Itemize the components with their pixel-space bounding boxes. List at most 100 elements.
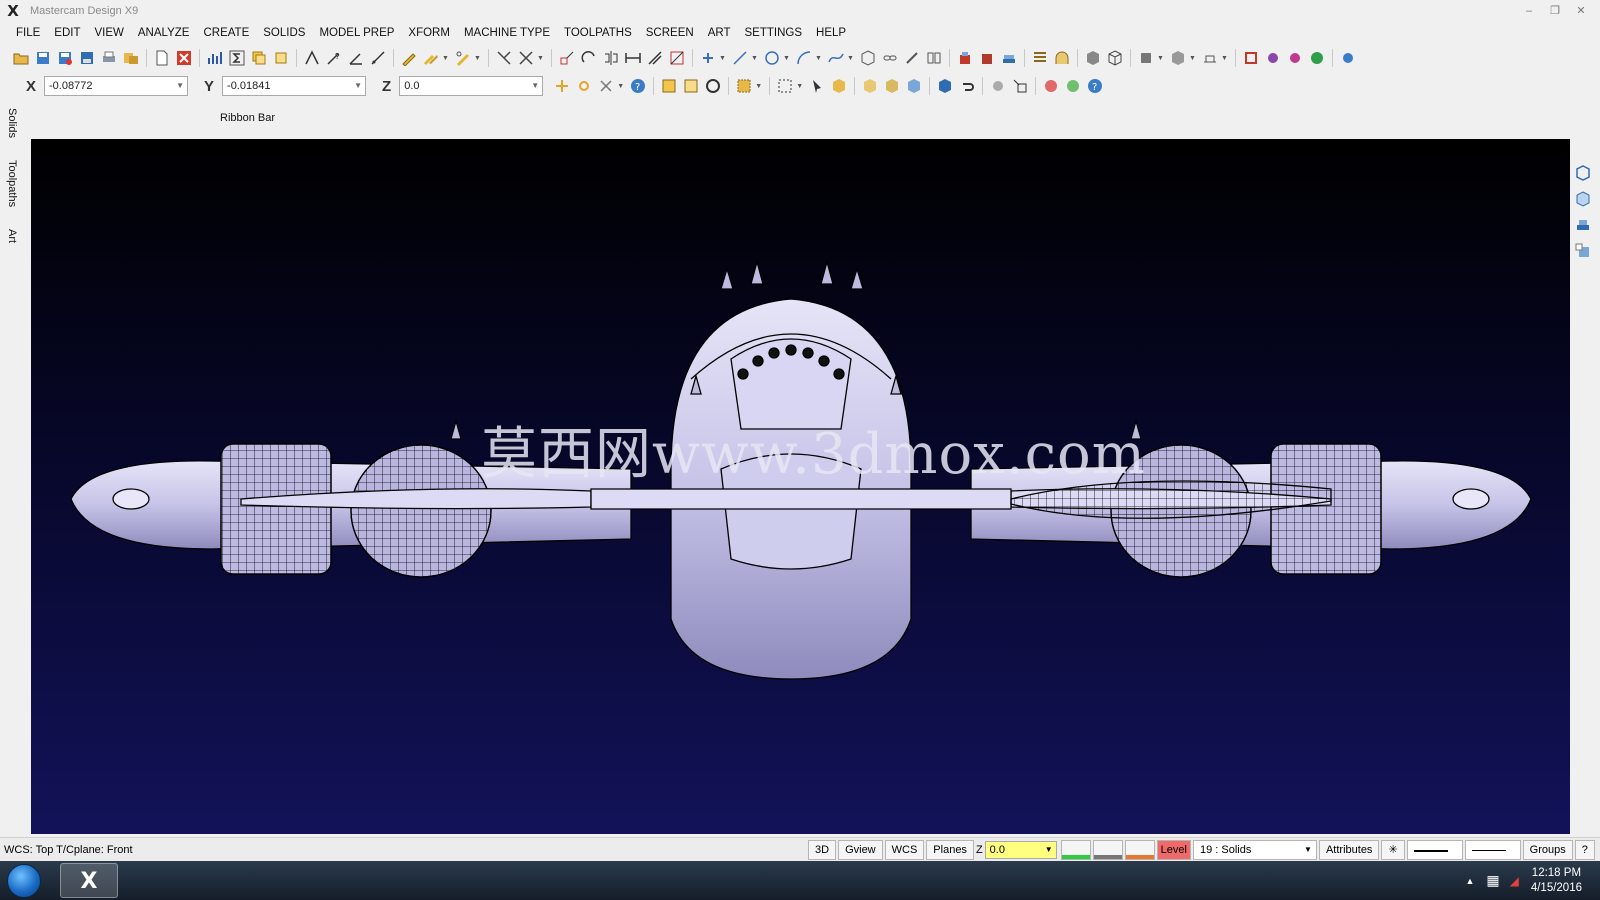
menu-file[interactable]: FILE — [16, 27, 40, 39]
line-icon[interactable] — [731, 49, 749, 67]
translate-icon[interactable] — [558, 49, 576, 67]
mask-icon[interactable] — [735, 77, 753, 95]
break-icon[interactable] — [517, 49, 535, 67]
query-icon[interactable]: ? — [325, 49, 343, 67]
menu-edit[interactable]: EDIT — [54, 27, 80, 39]
gview-button[interactable]: Gview — [838, 840, 883, 860]
rotate-icon[interactable] — [580, 49, 598, 67]
gear-purple-icon[interactable] — [1264, 49, 1282, 67]
3d-button[interactable]: 3D — [808, 840, 837, 860]
shade-icon[interactable] — [1106, 49, 1124, 67]
trim-icon[interactable] — [495, 49, 513, 67]
circle-icon[interactable] — [763, 49, 781, 67]
chevron-down-icon[interactable]: ▼ — [815, 55, 823, 62]
arc-icon[interactable] — [795, 49, 813, 67]
line-width-select[interactable] — [1464, 840, 1521, 860]
z-coordinate-input[interactable]: 0.0 ▼ — [399, 76, 544, 96]
chain-icon[interactable] — [881, 49, 899, 67]
menu-art[interactable]: ART — [708, 27, 731, 39]
undo-icon[interactable] — [958, 77, 976, 95]
art-icon[interactable] — [1242, 49, 1260, 67]
menu-create[interactable]: CREATE — [203, 27, 249, 39]
save-icon[interactable] — [34, 49, 52, 67]
clock[interactable]: 12:18 PM 4/15/2016 — [1531, 866, 1582, 896]
snap-x-icon[interactable] — [597, 77, 615, 95]
chevron-down-icon[interactable]: ▼ — [474, 55, 482, 62]
save-as-icon[interactable] — [56, 49, 74, 67]
cube-icon[interactable] — [859, 49, 877, 67]
menu-analyze[interactable]: ANALYZE — [138, 27, 190, 39]
solid-extrude-icon[interactable] — [956, 49, 974, 67]
chevron-down-icon[interactable]: ▼ — [1045, 842, 1053, 858]
chevron-down-icon[interactable]: ▼ — [719, 55, 727, 62]
green-gear-icon[interactable] — [1308, 49, 1326, 67]
book-icon[interactable] — [925, 49, 943, 67]
scale-icon[interactable] — [668, 49, 686, 67]
tab-toolpaths[interactable]: Toolpaths — [6, 160, 18, 207]
y-coordinate-input[interactable]: -0.01841 ▼ — [222, 76, 367, 96]
menu-view[interactable]: VIEW — [95, 27, 124, 39]
chevron-down-icon[interactable]: ▼ — [537, 55, 545, 62]
solid-body-icon[interactable] — [883, 77, 901, 95]
surface-color-button[interactable] — [1092, 840, 1123, 860]
view-cube-icon[interactable] — [1574, 164, 1592, 182]
wcs-button[interactable]: WCS — [884, 840, 925, 860]
chain-pencil-icon[interactable] — [454, 49, 472, 67]
layers-icon[interactable] — [250, 49, 268, 67]
chevron-down-icon[interactable]: ▼ — [755, 83, 763, 90]
graphics-viewport[interactable]: 莫西网www.3dmox.com — [31, 139, 1570, 834]
point-snap-icon[interactable] — [575, 77, 593, 95]
zoom-window-icon[interactable] — [1011, 77, 1029, 95]
link-icon[interactable] — [903, 49, 921, 67]
chevron-down-icon[interactable]: ▼ — [354, 77, 362, 95]
mastercam-taskbar-button[interactable]: X — [60, 863, 118, 898]
restore-button[interactable]: ❐ — [1542, 0, 1568, 22]
planes-button[interactable]: Planes — [926, 840, 974, 860]
settings-icon[interactable] — [1339, 49, 1357, 67]
menu-solids[interactable]: SOLIDS — [263, 27, 305, 39]
menu-toolpaths[interactable]: TOOLPATHS — [564, 27, 632, 39]
solid-revolve-icon[interactable] — [978, 49, 996, 67]
start-button[interactable] — [7, 864, 41, 898]
select-window-icon[interactable] — [660, 77, 678, 95]
verify-icon[interactable] — [936, 77, 954, 95]
minimize-button[interactable]: – — [1516, 0, 1542, 22]
list-icon[interactable] — [1031, 49, 1049, 67]
solid-face-icon[interactable] — [861, 77, 879, 95]
solid-color-button[interactable] — [1124, 840, 1155, 860]
chevron-down-icon[interactable]: ▼ — [1304, 841, 1312, 859]
close-red-icon[interactable] — [175, 49, 193, 67]
x-coordinate-input[interactable]: -0.08772 ▼ — [44, 76, 189, 96]
view-top-icon[interactable] — [1137, 49, 1155, 67]
chevron-down-icon[interactable]: ▼ — [442, 55, 450, 62]
menu-xform[interactable]: XFORM — [408, 27, 450, 39]
plus-icon[interactable] — [699, 49, 717, 67]
chevron-down-icon[interactable]: ▼ — [1221, 55, 1229, 62]
menu-model-prep[interactable]: MODEL PREP — [319, 27, 394, 39]
wire-color-button[interactable] — [1060, 840, 1091, 860]
pencil-pair-icon[interactable] — [422, 49, 440, 67]
layers-alt-icon[interactable] — [272, 49, 290, 67]
measure-icon[interactable] — [369, 49, 387, 67]
solid-blue-icon[interactable] — [905, 77, 923, 95]
chevron-down-icon[interactable]: ▼ — [847, 55, 855, 62]
plane-icon[interactable] — [1201, 49, 1219, 67]
close-button[interactable]: ✕ — [1568, 0, 1594, 22]
help-circle-icon[interactable]: ? — [1086, 77, 1104, 95]
tab-art[interactable]: Art — [6, 229, 18, 243]
menu-screen[interactable]: SCREEN — [646, 27, 694, 39]
select-all-icon[interactable] — [682, 77, 700, 95]
status-help-button[interactable]: ? — [1574, 840, 1595, 860]
chevron-down-icon[interactable]: ▼ — [751, 55, 759, 62]
chevron-down-icon[interactable]: ▼ — [617, 83, 625, 90]
pencil-icon[interactable] — [400, 49, 418, 67]
level-select[interactable]: 19 : Solids ▼ — [1192, 840, 1317, 860]
angle-icon[interactable] — [347, 49, 365, 67]
autocursor-icon[interactable] — [553, 77, 571, 95]
stop-icon[interactable] — [1042, 77, 1060, 95]
menu-machine-type[interactable]: MACHINE TYPE — [464, 27, 550, 39]
print-icon[interactable] — [100, 49, 118, 67]
chevron-down-icon[interactable]: ▼ — [531, 77, 539, 95]
volume-icon[interactable]: ◢ — [1510, 874, 1519, 888]
z-depth-input[interactable]: 0.0 ▼ — [984, 841, 1057, 859]
